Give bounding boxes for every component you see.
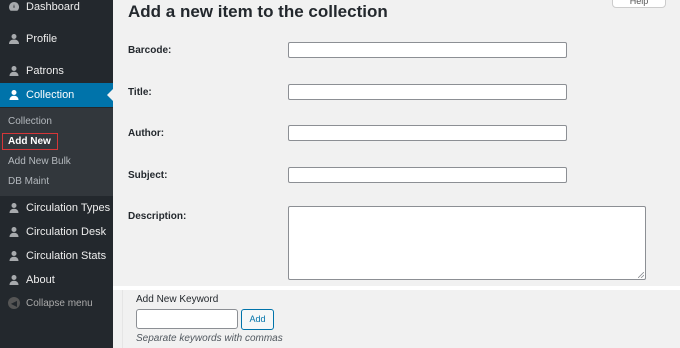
sidebar-item-patrons[interactable]: Patrons <box>0 60 113 82</box>
help-tab[interactable]: Help <box>612 0 666 8</box>
collapse-arrow-icon: ◀ <box>8 297 20 309</box>
collapse-menu-label: Collapse menu <box>26 297 93 309</box>
sidebar-item-profile[interactable]: Profile <box>0 28 113 50</box>
author-label: Author: <box>128 128 165 139</box>
sidebar-item-dashboard[interactable]: Dashboard <box>0 0 113 18</box>
sidebar-item-about[interactable]: About <box>0 269 113 291</box>
sidebar-item-label: Circulation Desk <box>26 226 107 238</box>
user-icon <box>8 33 20 45</box>
collection-submenu: Collection Add New Add New Bulk DB Maint <box>0 108 113 196</box>
page-title: Add a new item to the collection <box>128 2 388 21</box>
subject-field[interactable] <box>288 167 567 183</box>
submenu-item-add-new-bulk[interactable]: Add New Bulk <box>8 156 71 167</box>
submenu-item-db-maint[interactable]: DB Maint <box>8 176 49 187</box>
sidebar-item-collection[interactable]: Collection <box>0 83 113 107</box>
sidebar-item-label: Patrons <box>26 65 64 77</box>
add-new-highlight <box>2 133 58 150</box>
sidebar-item-label: Profile <box>26 33 58 45</box>
submenu-item-collection[interactable]: Collection <box>8 116 52 127</box>
sidebar-item-circulation-stats[interactable]: Circulation Stats <box>0 245 113 267</box>
keyword-panel-title: Add New Keyword <box>136 294 219 305</box>
collection-icon <box>8 89 20 101</box>
keyword-hint: Separate keywords with commas <box>136 333 283 344</box>
sidebar-item-label: Dashboard <box>26 1 80 13</box>
add-keyword-button[interactable]: Add <box>241 309 274 330</box>
circulation-desk-icon <box>8 226 20 238</box>
keyword-input[interactable] <box>136 309 238 329</box>
about-icon <box>8 274 20 286</box>
circulation-types-icon <box>8 202 20 214</box>
barcode-field[interactable] <box>288 42 567 58</box>
admin-sidebar: Dashboard Profile Patrons Collection Col… <box>0 0 113 348</box>
title-field[interactable] <box>288 84 567 100</box>
sidebar-item-label: Circulation Stats <box>26 250 107 262</box>
sidebar-item-label: About <box>26 274 55 286</box>
sidebar-item-label: Collection <box>26 89 75 101</box>
description-textarea[interactable] <box>288 206 646 280</box>
subject-label: Subject: <box>128 170 168 181</box>
resize-handle-icon[interactable] <box>638 272 644 278</box>
patron-icon <box>8 65 20 77</box>
title-label: Title: <box>128 87 152 98</box>
collapse-menu-button[interactable]: ◀ Collapse menu <box>0 291 113 315</box>
sidebar-item-circulation-types[interactable]: Circulation Types <box>0 197 113 219</box>
sidebar-item-label: Circulation Types <box>26 202 111 214</box>
keyword-panel: Add New Keyword Add Separate keywords wi… <box>122 290 657 348</box>
circulation-stats-icon <box>8 250 20 262</box>
sidebar-item-circulation-desk[interactable]: Circulation Desk <box>0 221 113 243</box>
barcode-label: Barcode: <box>128 45 172 56</box>
description-label: Description: <box>128 211 187 222</box>
author-field[interactable] <box>288 125 567 141</box>
dashboard-icon <box>8 1 20 13</box>
